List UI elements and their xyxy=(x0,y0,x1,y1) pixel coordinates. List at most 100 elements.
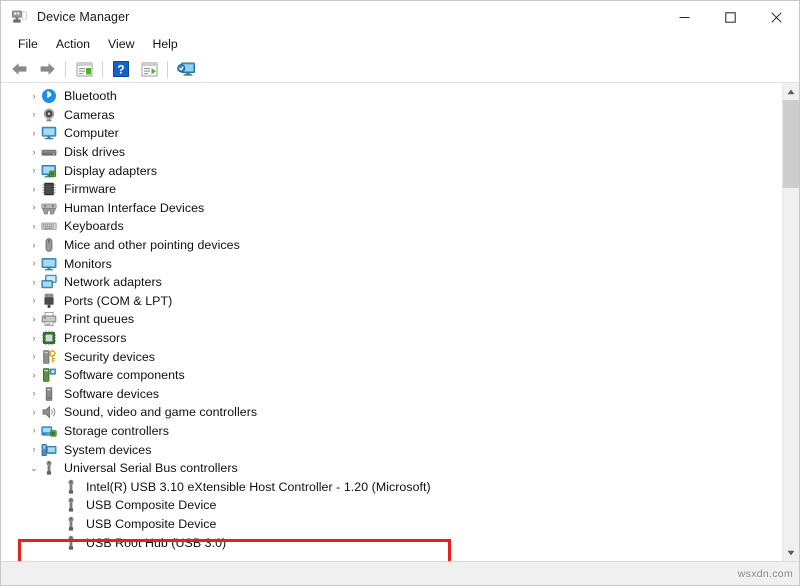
network-adapter-icon xyxy=(41,274,57,290)
tree-item-keyboards[interactable]: › Keyboards xyxy=(1,217,782,236)
tree-item-computer[interactable]: › Computer xyxy=(1,124,782,143)
scrollbar-track[interactable] xyxy=(783,100,799,544)
chevron-right-icon[interactable]: › xyxy=(27,370,41,380)
tree-item-label: Universal Serial Bus controllers xyxy=(64,461,238,476)
toolbar-separator-3 xyxy=(167,60,168,78)
chevron-right-icon[interactable]: › xyxy=(27,389,41,398)
tree-item-disk-drives[interactable]: › Disk drives xyxy=(1,143,782,162)
maximize-button[interactable] xyxy=(707,1,753,33)
sound-controller-icon xyxy=(41,404,57,420)
system-device-icon xyxy=(41,442,57,458)
minimize-button[interactable] xyxy=(661,1,707,33)
forward-button[interactable] xyxy=(34,58,60,81)
chevron-right-icon[interactable]: › xyxy=(27,445,41,454)
chevron-right-icon[interactable]: › xyxy=(27,277,41,287)
tree-item-network-adapters[interactable]: › Network adapters xyxy=(1,273,782,292)
tree-item-usb-root-hub[interactable]: USB Root Hub (USB 3.0) xyxy=(1,533,782,552)
tree-item-processors[interactable]: › Processors xyxy=(1,329,782,348)
usb-icon xyxy=(41,460,57,476)
tree-item-label: Computer xyxy=(64,126,119,141)
chevron-down-icon[interactable]: ⌄ xyxy=(27,463,41,473)
left-arrow-icon xyxy=(11,63,26,75)
menu-action[interactable]: Action xyxy=(47,35,99,54)
chevron-right-icon[interactable]: › xyxy=(27,352,41,361)
tree-item-label: Sound, video and game controllers xyxy=(64,405,258,420)
tree-item-software-devices[interactable]: › Software devices xyxy=(1,385,782,404)
chevron-right-icon[interactable]: › xyxy=(27,166,41,175)
tree-item-display-adapters[interactable]: › Display adapters xyxy=(1,161,782,180)
chevron-right-icon[interactable]: › xyxy=(27,91,41,101)
tree-item-label: Disk drives xyxy=(64,145,126,160)
tree-item-usb-composite-device-2[interactable]: USB Composite Device xyxy=(1,515,782,534)
chevron-right-icon[interactable]: › xyxy=(27,259,41,268)
tree-item-bluetooth[interactable]: › Bluetooth xyxy=(1,87,782,106)
menu-help[interactable]: Help xyxy=(143,35,186,54)
usb-icon xyxy=(63,516,79,532)
chevron-right-icon[interactable]: › xyxy=(27,203,41,212)
tree-item-firmware[interactable]: › Firmware xyxy=(1,180,782,199)
scan-hardware-changes-button[interactable] xyxy=(173,58,199,81)
tree-item-system-devices[interactable]: › System devices xyxy=(1,440,782,459)
chevron-right-icon[interactable]: › xyxy=(27,147,41,157)
tree-item-label: Mice and other pointing devices xyxy=(64,238,240,253)
scroll-down-button[interactable] xyxy=(783,544,799,561)
tree-item-human-interface-devices[interactable]: › Human Interface Devices xyxy=(1,199,782,218)
menu-file[interactable]: File xyxy=(9,35,47,54)
update-driver-button[interactable] xyxy=(136,58,162,81)
port-icon xyxy=(41,293,57,309)
properties-button[interactable] xyxy=(71,58,97,81)
tree-item-mice-and-other-pointing-devices[interactable]: › Mice and other pointing devices xyxy=(1,236,782,255)
scrollbar-thumb[interactable] xyxy=(783,100,799,188)
chevron-right-icon[interactable]: › xyxy=(27,221,41,231)
chevron-right-icon[interactable]: › xyxy=(27,128,41,138)
scroll-up-button[interactable] xyxy=(783,83,799,100)
software-component-icon xyxy=(41,367,57,383)
title-bar: Device Manager xyxy=(1,1,799,33)
chevron-right-icon[interactable]: › xyxy=(27,240,41,250)
tree-item-label: Software devices xyxy=(64,386,160,401)
toolbar: ? xyxy=(1,56,799,83)
chevron-right-icon[interactable]: › xyxy=(27,296,41,305)
chevron-right-icon[interactable]: › xyxy=(27,333,41,343)
tree-item-label: Ports (COM & LPT) xyxy=(64,293,173,308)
window-title: Device Manager xyxy=(37,10,130,24)
computer-icon xyxy=(41,125,57,141)
storage-controller-icon xyxy=(41,423,57,439)
help-button[interactable]: ? xyxy=(108,58,134,81)
tree-item-label: Storage controllers xyxy=(64,423,169,438)
menu-bar: File Action View Help xyxy=(1,33,799,56)
tree-item-software-components[interactable]: › Software components xyxy=(1,366,782,385)
chevron-right-icon[interactable]: › xyxy=(27,407,41,417)
tree-item-usb-composite-device-1[interactable]: USB Composite Device xyxy=(1,496,782,515)
tree-item-ports[interactable]: › Ports (COM & LPT) xyxy=(1,292,782,311)
tree-item-cameras[interactable]: › Cameras xyxy=(1,106,782,125)
chevron-right-icon[interactable]: › xyxy=(27,426,41,435)
tree-item-label: Software components xyxy=(64,368,185,383)
tree-item-security-devices[interactable]: › Security devices xyxy=(1,347,782,366)
status-bar: wsxdn.com xyxy=(1,561,799,585)
back-button[interactable] xyxy=(6,58,32,81)
disk-drive-icon xyxy=(41,144,57,160)
tree-item-label: Bluetooth xyxy=(64,89,117,104)
tree-item-label: Keyboards xyxy=(64,219,124,234)
keyboard-icon xyxy=(41,218,57,234)
device-manager-window: Device Manager File Action View Help ? ›… xyxy=(0,0,800,586)
printer-icon xyxy=(41,311,57,327)
tree-item-print-queues[interactable]: › Print queues xyxy=(1,310,782,329)
chevron-right-icon[interactable]: › xyxy=(27,314,41,324)
vertical-scrollbar[interactable] xyxy=(782,83,799,561)
tree-item-storage-controllers[interactable]: › Storage controllers xyxy=(1,422,782,441)
camera-icon xyxy=(41,107,57,123)
menu-view[interactable]: View xyxy=(99,35,143,54)
tree-item-label: USB Composite Device xyxy=(86,516,217,531)
tree-item-monitors[interactable]: › Monitors xyxy=(1,254,782,273)
toolbar-separator-2 xyxy=(102,60,103,78)
chevron-right-icon[interactable]: › xyxy=(27,110,41,119)
tree-item-label: Intel(R) USB 3.10 eXtensible Host Contro… xyxy=(86,479,431,494)
chevron-right-icon[interactable]: › xyxy=(27,184,41,194)
close-button[interactable] xyxy=(753,1,799,33)
tree-item-sound-video-and-game-controllers[interactable]: › Sound, video and game controllers xyxy=(1,403,782,422)
tree-item-intel-usb-host-controller[interactable]: Intel(R) USB 3.10 eXtensible Host Contro… xyxy=(1,477,782,496)
tree-item-universal-serial-bus-controllers[interactable]: ⌄ Universal Serial Bus controllers xyxy=(1,459,782,478)
device-tree[interactable]: › Bluetooth › Cameras › Computer › Disk … xyxy=(1,83,782,561)
